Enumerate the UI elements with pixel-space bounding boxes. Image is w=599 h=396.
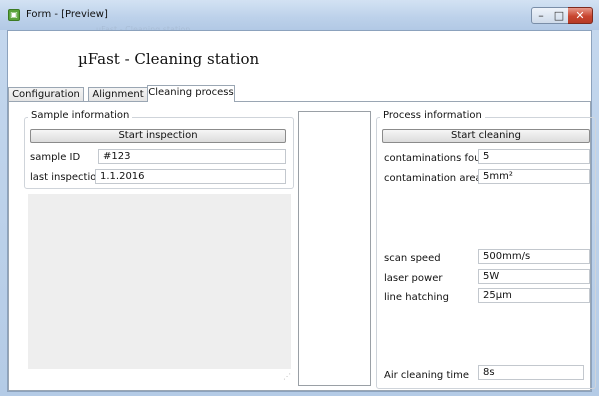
scan-speed-field[interactable]: 500mm/s bbox=[478, 249, 590, 264]
start-cleaning-button[interactable]: Start cleaning bbox=[382, 129, 590, 143]
air-cleaning-time-label: Air cleaning time bbox=[384, 370, 470, 381]
minimize-icon: – bbox=[538, 9, 544, 22]
process-information-title: Process information bbox=[380, 110, 485, 121]
resize-grip-icon[interactable]: ⋰ bbox=[283, 372, 291, 381]
maximize-icon: □ bbox=[553, 9, 565, 22]
line-hatching-field[interactable]: 25µm bbox=[478, 288, 590, 303]
contaminations-found-label: contaminations found bbox=[384, 153, 494, 164]
sample-id-label: sample ID bbox=[30, 152, 81, 163]
close-button[interactable]: ✕ bbox=[568, 7, 593, 24]
contaminations-found-field[interactable]: 5 bbox=[478, 149, 590, 164]
maximize-button[interactable]: □ bbox=[550, 7, 569, 24]
last-inspection-label: last inspection bbox=[30, 172, 103, 183]
contamination-area-label: contamination area bbox=[384, 173, 482, 184]
tab-cleaning-process[interactable]: Cleaning process bbox=[147, 85, 235, 102]
tab-alignment[interactable]: Alignment bbox=[88, 87, 148, 101]
scan-speed-label: scan speed bbox=[384, 253, 441, 264]
sample-id-field[interactable]: #123 bbox=[98, 149, 286, 164]
air-cleaning-time-field[interactable]: 8s bbox=[478, 365, 584, 380]
minimize-button[interactable]: – bbox=[531, 7, 551, 24]
form-app-icon: ▣ bbox=[8, 9, 20, 21]
center-panel bbox=[298, 111, 371, 386]
line-hatching-label: line hatching bbox=[384, 292, 449, 303]
close-icon: ✕ bbox=[575, 9, 585, 22]
sample-information-title: Sample information bbox=[28, 110, 133, 121]
inspection-image-area bbox=[28, 194, 291, 369]
app-title: µFast - Cleaning station bbox=[78, 50, 260, 68]
laser-power-field[interactable]: 5W bbox=[478, 269, 590, 284]
tab-configuration[interactable]: Configuration bbox=[8, 87, 84, 101]
contamination-area-field[interactable]: 5mm² bbox=[478, 169, 590, 184]
laser-power-label: laser power bbox=[384, 273, 443, 284]
window-title: Form - [Preview] bbox=[26, 9, 108, 20]
last-inspection-field[interactable]: 1.1.2016 bbox=[95, 169, 286, 184]
start-inspection-button[interactable]: Start inspection bbox=[30, 129, 286, 143]
